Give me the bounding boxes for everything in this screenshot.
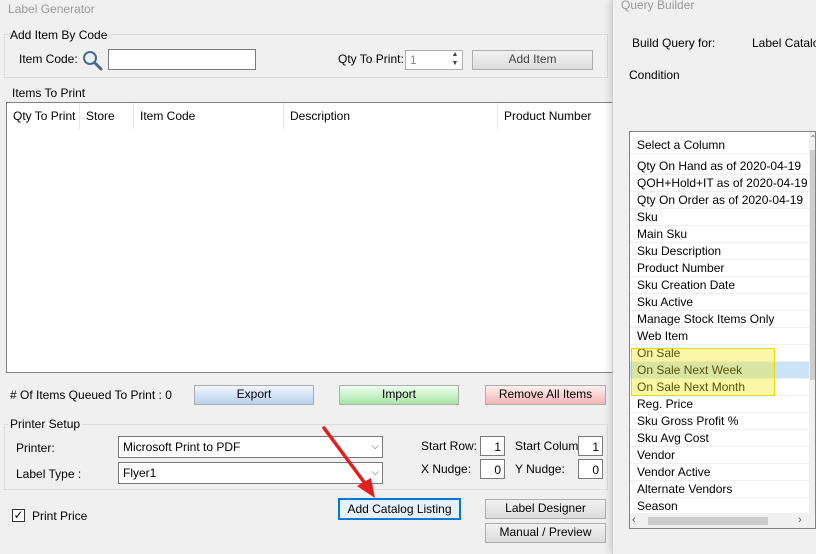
label-type-label: Label Type : [16,467,82,481]
qty-to-print-label: Qty To Print: [338,52,404,66]
list-item[interactable]: Reg. Price [630,396,809,413]
horizontal-scrollbar[interactable]: ‹ › [630,513,815,528]
items-to-print-label: Items To Print [10,86,88,100]
list-item[interactable]: Sku Gross Profit % [630,413,809,430]
query-builder-title: Query Builder [621,0,695,12]
start-row-label: Start Row: [421,439,478,453]
add-item-button[interactable]: Add Item [472,50,593,70]
list-item[interactable]: Product Number [630,260,809,277]
add-item-group-label: Add Item By Code [8,28,110,42]
list-item[interactable]: Sku Active [630,294,809,311]
queued-count: 0 [165,388,172,402]
print-price-label: Print Price [32,509,88,523]
import-button[interactable]: Import [339,385,459,405]
scroll-up-icon[interactable]: ⌃ [809,134,815,143]
scrollbar-thumb[interactable] [810,150,815,380]
stepper-up-icon[interactable]: ▲ [448,51,462,60]
column-list-items: Select a Column Qty On Hand as of 2020-0… [630,132,809,515]
list-item[interactable]: Sku Creation Date [630,277,809,294]
stepper-down-icon[interactable]: ▼ [448,60,462,69]
list-item[interactable]: Web Item [630,328,809,345]
x-nudge-input[interactable]: 0 [480,459,505,479]
y-nudge-label: Y Nudge: [515,462,565,476]
list-item[interactable]: Qty On Hand as of 2020-04-19 [630,158,809,175]
printer-label: Printer: [16,441,55,455]
build-query-for-label: Build Query for: [632,36,716,50]
queued-text: # Of Items Queued To Print : [10,388,162,402]
condition-label: Condition [629,68,680,82]
x-nudge-label: X Nudge: [421,462,472,476]
h-scrollbar-thumb[interactable] [648,517,768,525]
col-product-number[interactable]: Product Number [498,103,614,129]
list-item[interactable]: Vendor Active [630,464,809,481]
annotation-arrow-icon [322,426,375,498]
col-item-code[interactable]: Item Code [134,103,284,129]
build-query-for-value: Label Catalog [752,36,816,50]
col-store[interactable]: Store [80,103,134,129]
list-item[interactable]: Alternate Vendors [630,481,809,498]
y-nudge-input[interactable]: 0 [578,459,603,479]
scroll-right-icon[interactable]: › [798,514,802,526]
list-item[interactable]: Select a Column [630,137,809,154]
col-qty-to-print[interactable]: Qty To Print [7,103,80,129]
vertical-scrollbar[interactable]: ⌃ [809,132,815,513]
list-item[interactable]: Sku Description [630,243,809,260]
scroll-left-icon[interactable]: ‹ [632,514,636,526]
item-code-label: Item Code: [19,52,78,66]
remove-all-items-button[interactable]: Remove All Items [485,385,606,405]
qty-stepper-value: 1 [410,53,417,67]
start-column-input[interactable]: 1 [578,436,603,456]
printer-setup-label: Printer Setup [8,417,83,431]
list-item[interactable]: Qty On Order as of 2020-04-19 [630,192,809,209]
highlight-box [631,348,775,396]
list-item[interactable]: QOH+Hold+IT as of 2020-04-19 [630,175,809,192]
label-type-select-value: Flyer1 [123,466,157,480]
list-item[interactable]: Manage Stock Items Only [630,311,809,328]
list-item[interactable]: Sku Avg Cost [630,430,809,447]
printer-select-value: Microsoft Print to PDF [123,440,241,454]
window-title: Label Generator [8,2,95,16]
export-button[interactable]: Export [194,385,314,405]
start-row-input[interactable]: 1 [480,436,505,456]
list-item[interactable]: Sku [630,209,809,226]
list-item[interactable]: Main Sku [630,226,809,243]
search-icon[interactable] [81,49,103,71]
item-code-input[interactable] [108,49,256,70]
list-item[interactable]: Vendor [630,447,809,464]
items-grid[interactable]: Qty To Print Store Item Code Description… [6,102,614,373]
queued-label: # Of Items Queued To Print : 0 [10,388,172,402]
col-description[interactable]: Description [284,103,498,129]
column-list[interactable]: Select a Column Qty On Hand as of 2020-0… [629,131,816,529]
label-designer-button[interactable]: Label Designer [485,499,606,519]
manual-preview-button[interactable]: Manual / Preview [485,523,606,543]
qty-stepper[interactable]: 1 ▲ ▼ [405,50,463,70]
print-price-checkbox[interactable]: ✓ [12,509,25,522]
